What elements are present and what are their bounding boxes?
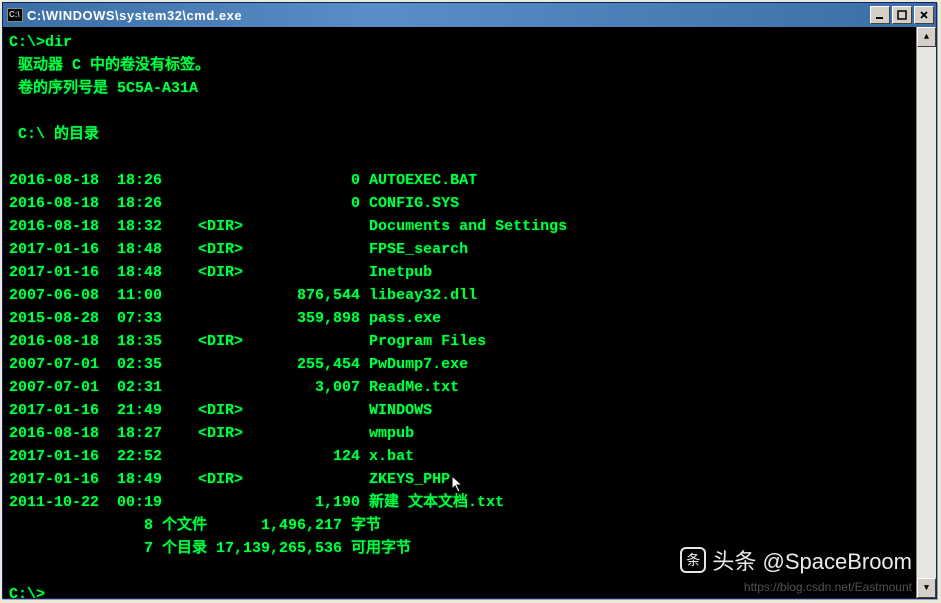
client-area: C:\>dir 驱动器 C 中的卷没有标签。 卷的序列号是 5C5A-A31A … <box>3 27 936 598</box>
vertical-scrollbar[interactable]: ▲ ▼ <box>916 27 936 598</box>
terminal-output[interactable]: C:\>dir 驱动器 C 中的卷没有标签。 卷的序列号是 5C5A-A31A … <box>3 27 916 598</box>
scroll-down-button[interactable]: ▼ <box>917 578 936 598</box>
titlebar[interactable]: C:\ C:\WINDOWS\system32\cmd.exe <box>3 3 936 27</box>
cmd-window: C:\ C:\WINDOWS\system32\cmd.exe C:\>dir … <box>2 2 937 599</box>
chevron-down-icon: ▼ <box>924 583 929 593</box>
titlebar-buttons <box>870 6 934 24</box>
minimize-button[interactable] <box>870 6 890 24</box>
scroll-up-button[interactable]: ▲ <box>917 27 936 47</box>
chevron-up-icon: ▲ <box>924 32 929 42</box>
scrollbar-track[interactable] <box>917 47 936 578</box>
close-button[interactable] <box>914 6 934 24</box>
maximize-button[interactable] <box>892 6 912 24</box>
window-title: C:\WINDOWS\system32\cmd.exe <box>27 8 870 23</box>
cmd-icon: C:\ <box>7 8 23 22</box>
